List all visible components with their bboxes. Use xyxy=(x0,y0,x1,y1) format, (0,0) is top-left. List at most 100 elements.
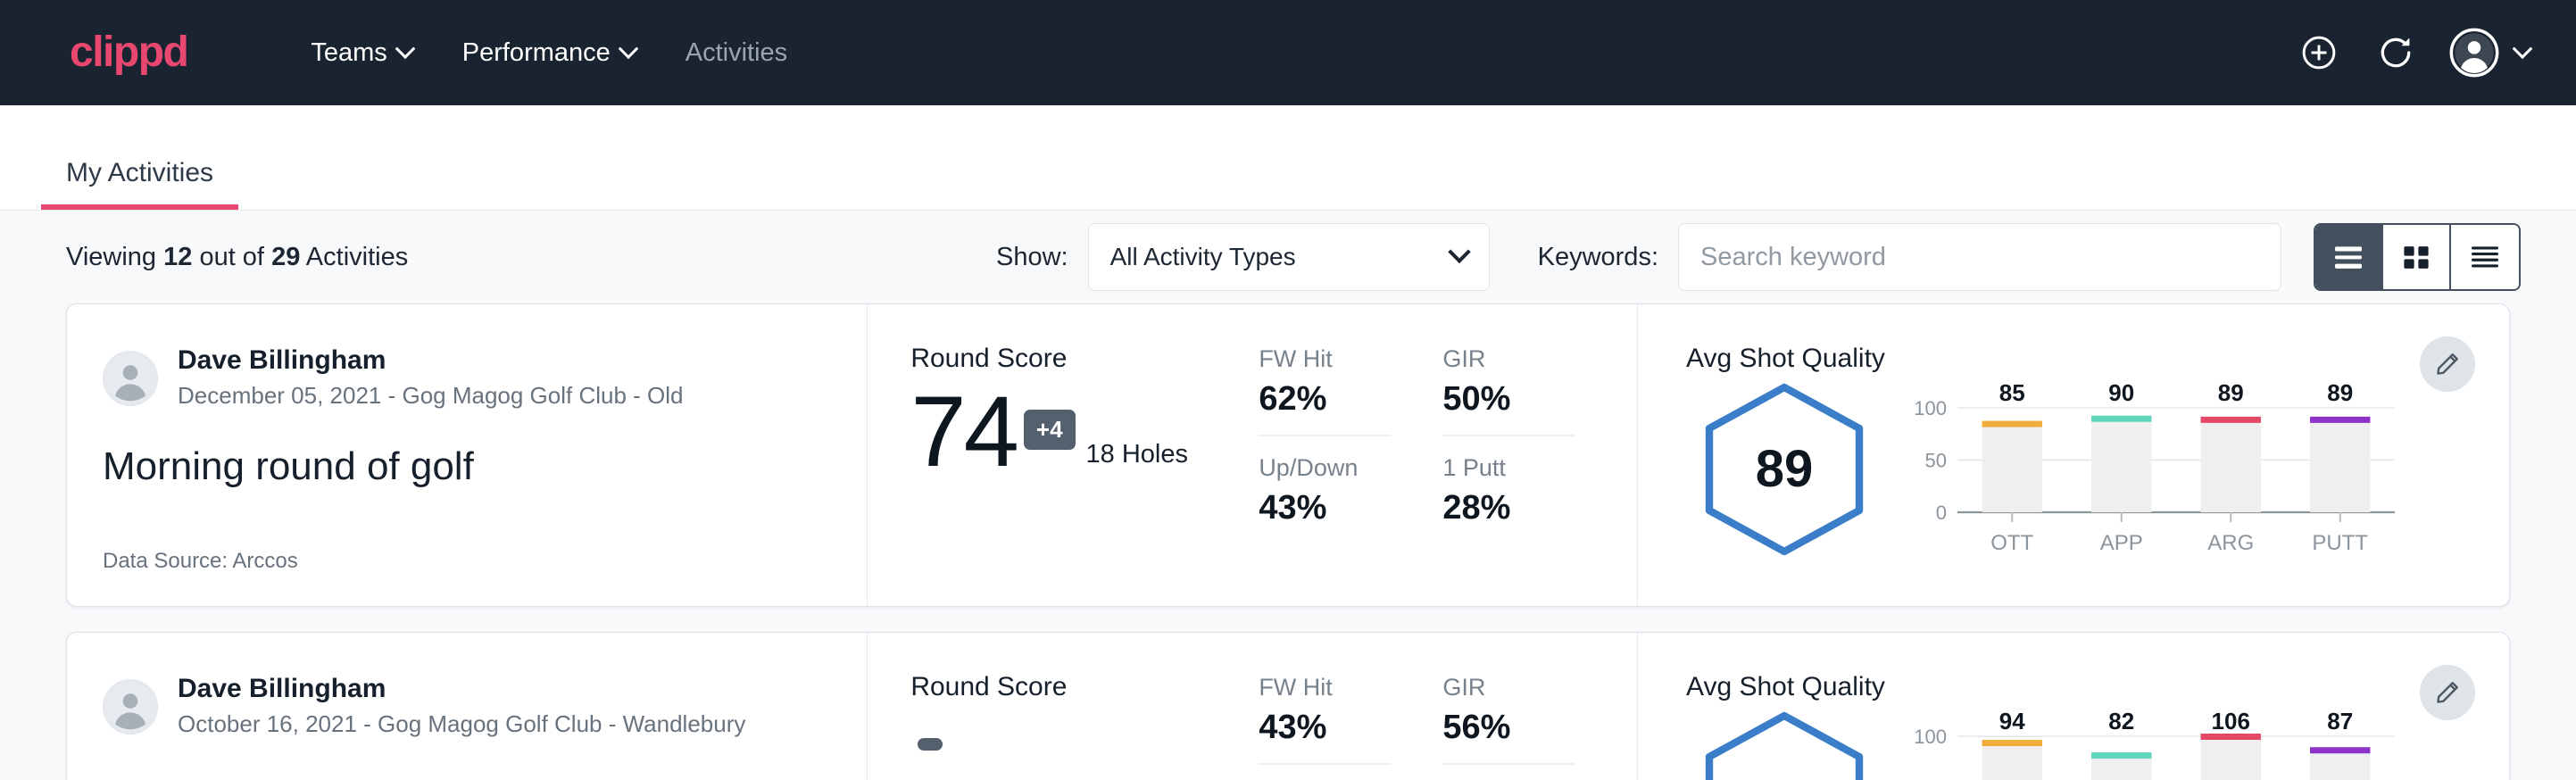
nav-item-teams[interactable]: Teams xyxy=(286,29,436,77)
svg-text:85: 85 xyxy=(1999,379,2025,406)
nav-item-performance[interactable]: Performance xyxy=(437,29,661,77)
stat-gir: GIR 56% xyxy=(1442,674,1575,765)
nav-actions xyxy=(2296,28,2530,78)
chevron-down-icon xyxy=(618,38,638,59)
activity-author: Dave Billingham October 16, 2021 - Gog M… xyxy=(103,672,831,741)
search-input[interactable] xyxy=(1700,243,2259,272)
svg-text:50: 50 xyxy=(1925,450,1947,472)
activity-title: Morning round of golf xyxy=(103,444,831,489)
shot-quality-pane: Avg Shot Quality 05010094OTT82APP106ARG8… xyxy=(1638,633,2509,780)
round-score-pane: Round Score 74 +4 18 Holes FW Hit 62% GI… xyxy=(868,304,1638,606)
activity-summary-pane: Dave Billingham December 05, 2021 - Gog … xyxy=(67,304,868,606)
shot-quality-hexagon xyxy=(1686,709,1882,780)
filter-bar: Viewing 12 out of 29 Activities Show: Al… xyxy=(0,211,2576,303)
author-name: Dave Billingham xyxy=(178,672,745,706)
nav-item-activities[interactable]: Activities xyxy=(661,29,812,77)
viewing-total: 29 xyxy=(271,243,300,271)
shot-quality-hexagon: 89 xyxy=(1686,380,1882,559)
svg-text:94: 94 xyxy=(1999,708,2025,734)
refresh-icon[interactable] xyxy=(2372,29,2419,76)
person-avatar-icon xyxy=(103,679,158,734)
nav-item-activities-label: Activities xyxy=(686,38,787,68)
round-score-label: Round Score xyxy=(910,344,1259,374)
chevron-down-icon xyxy=(395,38,415,59)
account-menu[interactable] xyxy=(2449,28,2530,78)
round-score-value: 74 xyxy=(910,382,1017,482)
svg-text:106: 106 xyxy=(2212,708,2250,734)
add-circle-icon[interactable] xyxy=(2296,29,2342,76)
viewing-prefix: Viewing xyxy=(66,243,156,271)
nav-item-performance-label: Performance xyxy=(462,38,611,68)
svg-text:0: 0 xyxy=(1936,502,1947,524)
edit-activity-button[interactable] xyxy=(2420,665,2475,720)
brand-logo[interactable]: clippd xyxy=(70,31,187,74)
chevron-down-icon xyxy=(2513,38,2533,59)
grid-view-button[interactable] xyxy=(2383,225,2451,289)
account-avatar-icon xyxy=(2449,28,2499,78)
viewing-middle: out of xyxy=(199,243,264,271)
round-score-row xyxy=(910,708,1259,780)
round-stats-grid: FW Hit 62% GIR 50% Up/Down 43% 1 Putt 28… xyxy=(1259,344,1575,574)
top-navigation-bar: clippd Teams Performance Activities xyxy=(0,0,2576,105)
edit-activity-button[interactable] xyxy=(2420,336,2475,392)
detail-view-button[interactable] xyxy=(2451,225,2519,289)
activity-meta: October 16, 2021 - Gog Magog Golf Club -… xyxy=(178,708,745,742)
svg-text:87: 87 xyxy=(2327,708,2353,734)
round-score-pane: Round Score FW Hit 43% GIR 56% xyxy=(868,633,1638,780)
nav-item-teams-label: Teams xyxy=(311,38,386,68)
stat-value: 43% xyxy=(1259,709,1391,747)
activity-type-select[interactable]: All Activity Types xyxy=(1088,223,1490,291)
svg-text:90: 90 xyxy=(2108,379,2134,406)
activity-card-list: Dave Billingham December 05, 2021 - Gog … xyxy=(0,303,2576,780)
activity-card[interactable]: Dave Billingham December 05, 2021 - Gog … xyxy=(66,303,2510,607)
stat-value: 43% xyxy=(1259,489,1391,527)
tab-my-activities[interactable]: My Activities xyxy=(41,158,238,210)
shot-quality-label: Avg Shot Quality xyxy=(1686,344,2402,374)
list-view-button[interactable] xyxy=(2315,225,2383,289)
activity-card[interactable]: Dave Billingham October 16, 2021 - Gog M… xyxy=(66,632,2510,780)
show-label: Show: xyxy=(996,243,1068,272)
viewing-count: 12 xyxy=(163,243,192,271)
search-keyword-box[interactable] xyxy=(1678,223,2281,291)
pencil-icon xyxy=(2434,351,2461,378)
activity-data-source: Data Source: Arccos xyxy=(103,549,831,574)
avatar xyxy=(103,351,158,406)
avatar xyxy=(103,679,158,734)
viewing-count-text: Viewing 12 out of 29 Activities xyxy=(66,243,408,272)
person-avatar-icon xyxy=(103,351,158,406)
shot-quality-pane: Avg Shot Quality 89 0 50 100 85 OTT 90 APP 89 AR… xyxy=(1638,304,2509,606)
view-mode-toggle xyxy=(2314,223,2521,291)
stat-value: 62% xyxy=(1259,380,1391,419)
tab-strip: My Activities xyxy=(0,105,2576,211)
shot-quality-chart: 05010085OTT90APP89ARG89PUTT xyxy=(1882,378,2402,560)
shot-quality-label: Avg Shot Quality xyxy=(1686,672,2402,702)
viewing-suffix: Activities xyxy=(306,243,408,271)
svg-text:82: 82 xyxy=(2108,708,2134,734)
stat-value: 50% xyxy=(1442,380,1575,419)
svg-text:ARG: ARG xyxy=(2207,531,2254,555)
stat-label: GIR xyxy=(1442,674,1575,701)
shot-quality-body: 89 05010085OTT90APP89ARG89PUTT xyxy=(1686,378,2402,560)
stat-fw-hit: FW Hit 43% xyxy=(1259,674,1391,765)
filter-controls: Show: All Activity Types Keywords: xyxy=(996,223,2521,291)
activity-author: Dave Billingham December 05, 2021 - Gog … xyxy=(103,344,831,412)
hexagon-icon xyxy=(1695,709,1874,780)
activity-meta: December 05, 2021 - Gog Magog Golf Club … xyxy=(178,379,684,413)
svg-text:100: 100 xyxy=(1914,397,1947,419)
svg-text:PUTT: PUTT xyxy=(2312,531,2368,555)
round-score-label: Round Score xyxy=(910,672,1259,702)
stat-label: 1 Putt xyxy=(1442,454,1575,482)
detail-view-icon xyxy=(2467,242,2503,272)
svg-text:APP: APP xyxy=(2100,531,2143,555)
stat-label: GIR xyxy=(1442,345,1575,373)
shot-quality-body: 05010094OTT82APP106ARG87PUTT xyxy=(1686,706,2402,780)
stat-label: FW Hit xyxy=(1259,674,1391,701)
shot-quality-value: 89 xyxy=(1756,439,1814,499)
round-score-block: Round Score 74 +4 18 Holes xyxy=(910,344,1259,574)
svg-text:89: 89 xyxy=(2218,379,2244,406)
svg-text:OTT: OTT xyxy=(1990,531,2033,555)
page-body: Viewing 12 out of 29 Activities Show: Al… xyxy=(0,211,2576,780)
stat-value: 56% xyxy=(1442,709,1575,747)
score-to-par-badge xyxy=(918,738,943,751)
author-name: Dave Billingham xyxy=(178,344,684,378)
